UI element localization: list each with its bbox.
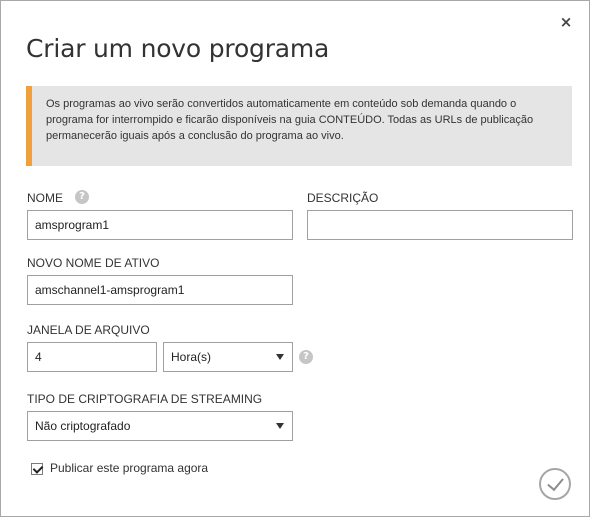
- description-label: DESCRIÇÃO: [307, 191, 379, 205]
- name-help-icon[interactable]: ?: [75, 190, 89, 204]
- archive-unit-value: Hora(s): [171, 350, 212, 364]
- asset-name-input[interactable]: [27, 275, 293, 305]
- encryption-type-label: TIPO DE CRIPTOGRAFIA DE STREAMING: [27, 392, 263, 406]
- encryption-type-value: Não criptografado: [35, 419, 131, 433]
- asset-name-label: NOVO NOME DE ATIVO: [27, 256, 160, 270]
- publish-checkbox-label[interactable]: Publicar este programa agora: [50, 461, 208, 475]
- archive-window-label: JANELA DE ARQUIVO: [27, 323, 150, 337]
- name-label: NOME: [27, 191, 63, 205]
- archive-window-input[interactable]: [27, 342, 157, 372]
- encryption-type-select[interactable]: Não criptografado: [27, 411, 293, 441]
- description-input[interactable]: [307, 210, 573, 240]
- chevron-down-icon: [276, 423, 284, 429]
- name-input[interactable]: [27, 210, 293, 240]
- info-notice: Os programas ao vivo serão convertidos a…: [26, 86, 572, 166]
- chevron-down-icon: [276, 354, 284, 360]
- dialog-title: Criar um novo programa: [26, 34, 330, 63]
- publish-checkbox[interactable]: [31, 463, 43, 475]
- close-icon[interactable]: ×: [557, 13, 575, 31]
- archive-unit-select[interactable]: Hora(s): [163, 342, 293, 372]
- confirm-check-button[interactable]: [539, 468, 571, 500]
- archive-help-icon[interactable]: ?: [299, 350, 313, 364]
- create-program-dialog: × Criar um novo programa Os programas ao…: [0, 0, 590, 517]
